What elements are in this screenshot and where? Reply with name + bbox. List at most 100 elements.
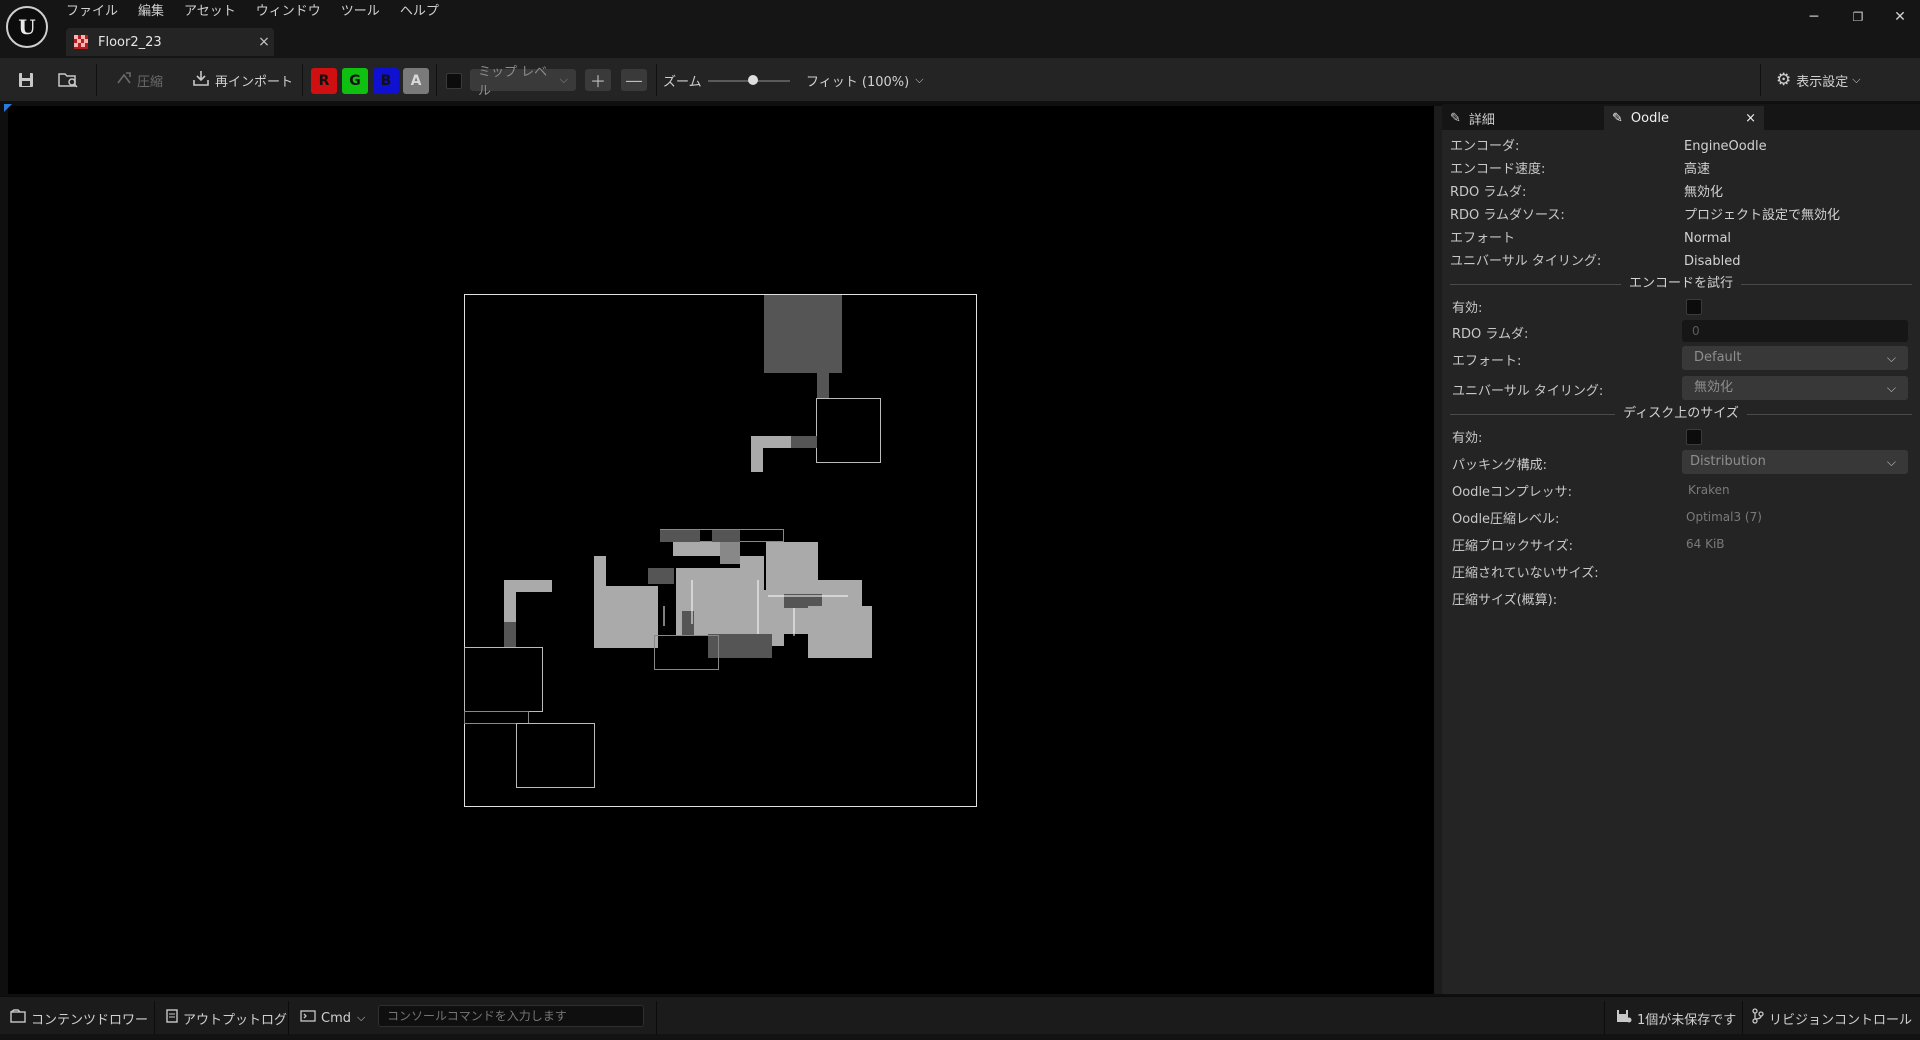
unsaved-label: 1個が未保存です (1637, 1012, 1737, 1028)
block-size-label: 圧縮ブロックサイズ: (1452, 539, 1573, 554)
content-drawer-button[interactable]: コンテンツドロワー (10, 1007, 148, 1029)
status-separator (288, 1001, 289, 1035)
menu-help[interactable]: ヘルプ (390, 2, 449, 22)
try-tiling-combo[interactable]: 無効化 ⌵ (1682, 376, 1908, 400)
try-encode-section-header: エンコードを試行 (1442, 276, 1920, 292)
reimport-button[interactable]: 再インポート (192, 69, 293, 91)
channel-b-toggle[interactable]: B (373, 68, 399, 94)
disk-size-section-header: ディスク上のサイズ (1442, 406, 1920, 422)
pencil-icon: ✎ (1612, 110, 1623, 126)
document-tab-title: Floor2_23 (98, 34, 162, 50)
try-encode-title: エンコードを試行 (1442, 276, 1920, 292)
channel-a-toggle[interactable]: A (403, 68, 429, 94)
status-separator (656, 1001, 657, 1035)
console-command-input[interactable] (378, 1005, 644, 1027)
mip-level-label: ミップ レベル (478, 65, 548, 99)
oodle-level-value: Optimal3 (7) (1686, 510, 1762, 524)
oodle-level-label: Oodle圧縮レベル: (1452, 512, 1560, 527)
tab-details-label: 詳細 (1468, 112, 1495, 128)
close-button[interactable]: ✕ (1882, 4, 1918, 30)
tab-oodle-close-icon[interactable]: × (1745, 111, 1756, 126)
rdo-lambda-label: RDO ラムダ: (1450, 185, 1527, 200)
cmd-selector[interactable]: Cmd ⌵ (300, 1007, 365, 1029)
encoder-label: エンコーダ: (1450, 139, 1520, 154)
revision-control-label: リビジョンコントロール (1769, 1012, 1913, 1028)
try-effort-label: エフォート: (1452, 354, 1522, 369)
channel-r-toggle[interactable]: R (311, 68, 337, 94)
output-log-button[interactable]: アウトプットログ (166, 1007, 287, 1029)
packaging-label: パッキング構成: (1452, 458, 1547, 473)
mip-decrease-button[interactable]: ― (621, 69, 647, 91)
try-tiling-label: ユニバーサル タイリング: (1452, 384, 1604, 399)
try-rdo-lambda-input[interactable]: 0 (1682, 320, 1908, 342)
disk-size-enabled-label: 有効: (1452, 431, 1483, 446)
document-tab[interactable]: Floor2_23 × (66, 28, 274, 56)
view-settings-button[interactable]: ⚙ 表示設定 ⌵ (1776, 69, 1861, 91)
try-rdo-lambda-label: RDO ラムダ: (1452, 327, 1529, 342)
chevron-down-icon: ⌵ (1852, 73, 1861, 86)
channel-r-label: R (318, 73, 330, 89)
pencil-icon: ✎ (1450, 110, 1461, 126)
restore-button[interactable]: ❐ (1840, 4, 1876, 30)
cmd-label: Cmd (321, 1010, 351, 1026)
menu-tools[interactable]: ツール (331, 2, 390, 22)
try-encode-enabled-checkbox[interactable] (1686, 299, 1702, 315)
try-tiling-value: 無効化 (1694, 380, 1734, 395)
reimport-icon (192, 70, 210, 90)
toolbar-separator (436, 64, 437, 96)
view-settings-label: 表示設定 (1796, 74, 1849, 90)
revision-control-button[interactable]: リビジョンコントロール (1752, 1007, 1912, 1029)
tab-oodle-label: Oodle (1630, 110, 1669, 126)
channel-g-label: G (349, 73, 361, 89)
mip-level-checkbox[interactable] (446, 73, 462, 89)
rdo-lambda-source-label: RDO ラムダソース: (1450, 208, 1565, 223)
unreal-logo-icon[interactable]: U (6, 6, 48, 48)
compress-icon (116, 71, 132, 89)
compressed-size-label: 圧縮サイズ(概算): (1452, 593, 1558, 608)
encode-speed-value: 高速 (1684, 162, 1711, 177)
toolbar-separator (302, 64, 303, 96)
browse-content-icon[interactable] (56, 69, 80, 91)
compress-button[interactable]: 圧縮 (116, 69, 163, 91)
menu-file[interactable]: ファイル (58, 2, 128, 22)
channel-b-label: B (380, 73, 392, 89)
universal-tiling-label: ユニバーサル タイリング: (1450, 254, 1602, 269)
packaging-combo[interactable]: Distribution ⌵ (1682, 450, 1908, 474)
mip-level-combo[interactable]: ミップ レベル ⌵ (470, 65, 576, 99)
gear-icon: ⚙ (1776, 70, 1792, 90)
try-effort-combo[interactable]: Default ⌵ (1682, 346, 1908, 370)
save-icon[interactable] (14, 69, 38, 91)
menu-edit[interactable]: 編集 (128, 2, 174, 22)
output-log-icon (166, 1009, 178, 1027)
zoom-fit-combo[interactable]: フィット (100%) ⌵ (806, 69, 924, 91)
tab-oodle[interactable]: ✎ Oodle × (1604, 106, 1764, 130)
status-separator (1742, 1001, 1743, 1035)
channel-a-label: A (410, 73, 422, 89)
zoom-slider-knob[interactable] (747, 75, 758, 85)
compress-label: 圧縮 (137, 74, 164, 90)
viewport-splitter[interactable] (1434, 106, 1442, 994)
oodle-compressor-label: Oodleコンプレッサ: (1452, 485, 1573, 500)
zoom-label: ズーム (663, 74, 702, 90)
chevron-down-icon: ⌵ (915, 73, 924, 86)
toolbar-separator (96, 64, 97, 96)
status-bar-bottom-strip (0, 1034, 1920, 1040)
effort-value: Normal (1684, 231, 1732, 246)
chevron-down-icon: ⌵ (357, 1011, 366, 1024)
texture-viewport[interactable] (4, 104, 1434, 994)
chevron-down-icon: ⌵ (559, 73, 568, 86)
document-tab-close-icon[interactable]: × (254, 34, 274, 50)
menu-asset[interactable]: アセット (174, 2, 246, 22)
chevron-down-icon: ⌵ (1886, 351, 1896, 365)
rdo-lambda-value: 無効化 (1684, 185, 1724, 200)
zoom-slider[interactable] (708, 75, 790, 85)
title-bar: U ファイル 編集 アセット ウィンドウ ツール ヘルプ Floor2_23 ×… (0, 0, 1920, 58)
mip-increase-button[interactable]: ＋ (585, 69, 611, 91)
panel-tab-bar: ✎ 詳細 ✎ Oodle × (1442, 104, 1920, 130)
channel-g-toggle[interactable]: G (342, 68, 368, 94)
unsaved-indicator[interactable]: 1個が未保存です (1616, 1007, 1736, 1029)
menu-window[interactable]: ウィンドウ (246, 2, 331, 22)
disk-size-enabled-checkbox[interactable] (1686, 429, 1702, 445)
tab-details[interactable]: ✎ 詳細 (1442, 106, 1602, 130)
minimize-button[interactable]: ─ (1796, 4, 1832, 30)
